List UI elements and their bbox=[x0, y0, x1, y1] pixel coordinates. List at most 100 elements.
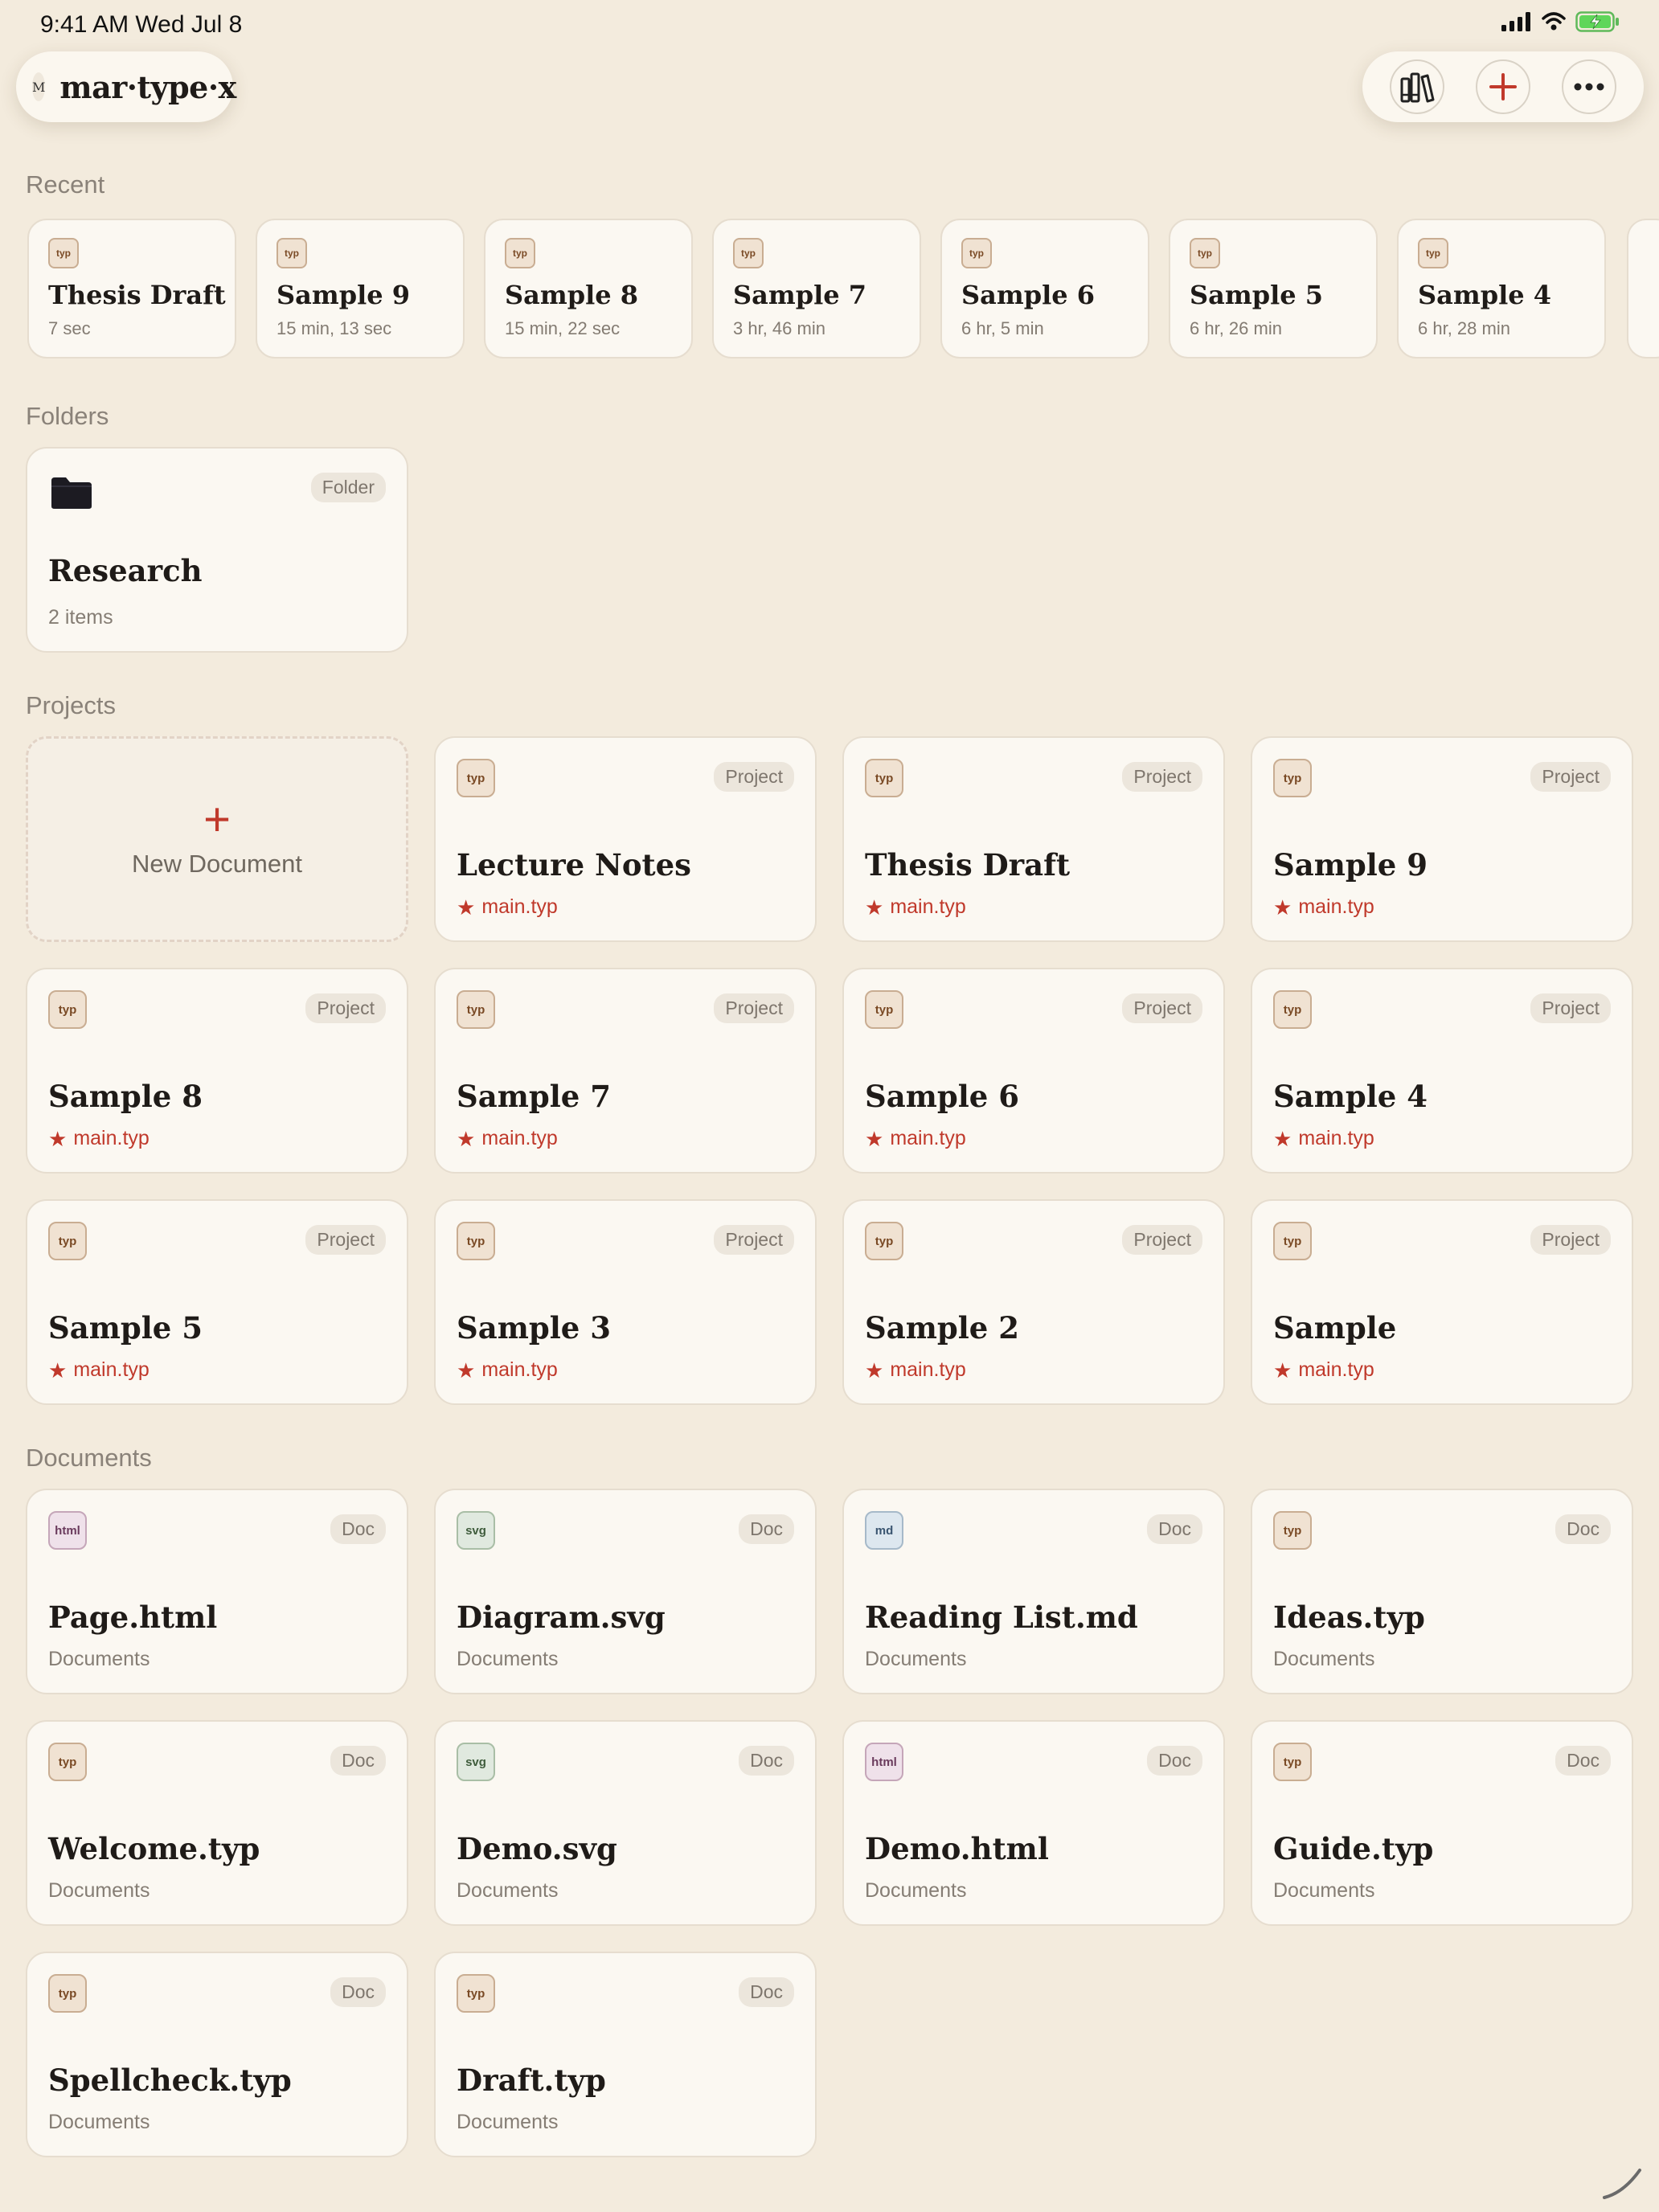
folder-title: Research bbox=[48, 553, 203, 588]
document-location: Documents bbox=[1273, 1879, 1375, 1902]
typ-file-icon: typ bbox=[457, 1222, 495, 1260]
document-card[interactable]: typ Doc Guide.typ Documents bbox=[1251, 1720, 1633, 1926]
main-file-label: main.typ bbox=[1298, 1358, 1374, 1381]
project-card[interactable]: typ Project Sample 2 ★ main.typ bbox=[842, 1199, 1225, 1405]
recent-card-title: Sample 8 bbox=[505, 280, 638, 310]
recent-card-time: 3 hr, 46 min bbox=[733, 318, 825, 338]
app-logo-button[interactable]: M mar·type·x bbox=[16, 51, 236, 122]
project-card[interactable]: typ Project Thesis Draft ★ main.typ bbox=[842, 736, 1225, 942]
project-card[interactable]: typ Project Sample 8 ★ main.typ bbox=[26, 968, 408, 1174]
document-location: Documents bbox=[1273, 1648, 1375, 1670]
typ-file-icon: typ bbox=[48, 1222, 87, 1260]
document-card[interactable]: typ Doc Spellcheck.typ Documents bbox=[26, 1952, 408, 2157]
project-card[interactable]: typ Project Sample ★ main.typ bbox=[1251, 1199, 1633, 1405]
toolbar bbox=[1362, 51, 1644, 122]
project-card[interactable]: typ Project Sample 5 ★ main.typ bbox=[26, 1199, 408, 1405]
typ-file-icon: typ bbox=[505, 238, 535, 268]
project-badge: Project bbox=[1530, 762, 1611, 792]
main-file-label: main.typ bbox=[73, 1127, 150, 1149]
logo-mark: M bbox=[32, 72, 46, 101]
project-card[interactable]: typ Project Sample 7 ★ main.typ bbox=[434, 968, 817, 1174]
star-icon: ★ bbox=[1273, 1126, 1292, 1151]
project-card[interactable]: typ Project Sample 4 ★ main.typ bbox=[1251, 968, 1633, 1174]
doc-badge: Doc bbox=[1555, 1514, 1611, 1544]
recent-card[interactable]: typ Thesis Draft 7 sec bbox=[27, 219, 236, 358]
document-card[interactable]: html Doc Page.html Documents bbox=[26, 1489, 408, 1694]
star-icon: ★ bbox=[457, 895, 476, 920]
document-location: Documents bbox=[865, 1648, 967, 1670]
project-title: Sample bbox=[1273, 1310, 1397, 1346]
folder-icon bbox=[50, 476, 93, 514]
status-time: 9:41 AM Wed Jul 8 bbox=[40, 11, 243, 38]
main-file-label: main.typ bbox=[1298, 1127, 1374, 1149]
doc-badge: Doc bbox=[1555, 1746, 1611, 1776]
document-card[interactable]: html Doc Demo.html Documents bbox=[842, 1720, 1225, 1926]
typ-file-icon: typ bbox=[457, 990, 495, 1029]
html-file-icon: html bbox=[865, 1743, 903, 1781]
recent-card[interactable]: typ Sample 7 3 hr, 46 min bbox=[712, 219, 921, 358]
project-title: Lecture Notes bbox=[457, 847, 691, 883]
project-card[interactable]: typ Project Sample 3 ★ main.typ bbox=[434, 1199, 817, 1405]
folder-item-count: 2 items bbox=[48, 606, 113, 629]
typ-file-icon: typ bbox=[276, 238, 307, 268]
project-card[interactable]: typ Project Sample 6 ★ main.typ bbox=[842, 968, 1225, 1174]
document-title: Reading List.md bbox=[865, 1600, 1138, 1635]
document-card[interactable]: typ Doc Ideas.typ Documents bbox=[1251, 1489, 1633, 1694]
folders-heading: Folders bbox=[26, 402, 109, 430]
recent-card[interactable]: typ Sample 6 6 hr, 5 min bbox=[940, 219, 1149, 358]
project-main-file: ★ main.typ bbox=[865, 1127, 966, 1150]
svg-file-icon: svg bbox=[457, 1743, 495, 1781]
recent-card-title: Sample 6 bbox=[961, 280, 1095, 310]
doc-badge: Doc bbox=[739, 1746, 794, 1776]
project-main-file: ★ main.typ bbox=[865, 1358, 966, 1382]
document-card[interactable]: svg Doc Diagram.svg Documents bbox=[434, 1489, 817, 1694]
folder-card-research[interactable]: Folder Research 2 items bbox=[26, 447, 408, 653]
recent-card-time: 15 min, 22 sec bbox=[505, 318, 621, 338]
projects-heading: Projects bbox=[26, 691, 116, 719]
main-file-label: main.typ bbox=[1298, 895, 1374, 918]
typ-file-icon: typ bbox=[1418, 238, 1448, 268]
project-card[interactable]: typ Project Sample 9 ★ main.typ bbox=[1251, 736, 1633, 942]
doc-badge: Doc bbox=[1147, 1746, 1202, 1776]
recent-card[interactable]: typ Sample 4 6 hr, 28 min bbox=[1397, 219, 1606, 358]
more-button[interactable] bbox=[1562, 59, 1617, 114]
recent-card-time: 6 hr, 28 min bbox=[1418, 318, 1510, 338]
new-document-button[interactable]: + New Document bbox=[26, 736, 408, 942]
recent-card[interactable]: typ Sample 5 6 hr, 26 min bbox=[1169, 219, 1378, 358]
typ-file-icon: typ bbox=[1190, 238, 1220, 268]
document-card[interactable]: typ Doc Draft.typ Documents bbox=[434, 1952, 817, 2157]
typ-file-icon: typ bbox=[1273, 990, 1312, 1029]
typ-file-icon: typ bbox=[48, 990, 87, 1029]
document-location: Documents bbox=[48, 2111, 150, 2133]
project-badge: Project bbox=[1530, 993, 1611, 1023]
doc-badge: Doc bbox=[739, 1514, 794, 1544]
project-badge: Project bbox=[1122, 993, 1202, 1023]
typ-file-icon: typ bbox=[457, 759, 495, 797]
document-title: Demo.svg bbox=[457, 1831, 617, 1866]
project-card[interactable]: typ Project Lecture Notes ★ main.typ bbox=[434, 736, 817, 942]
document-title: Draft.typ bbox=[457, 2062, 606, 2098]
typ-file-icon: typ bbox=[865, 759, 903, 797]
recent-card[interactable]: typ Sample 8 15 min, 22 sec bbox=[484, 219, 693, 358]
typ-file-icon: typ bbox=[1273, 1511, 1312, 1550]
document-card[interactable]: typ Doc Welcome.typ Documents bbox=[26, 1720, 408, 1926]
recent-card-title: Sample 7 bbox=[733, 280, 866, 310]
typ-file-icon: typ bbox=[865, 1222, 903, 1260]
star-icon: ★ bbox=[457, 1126, 476, 1151]
folder-badge: Folder bbox=[310, 473, 386, 502]
project-title: Sample 3 bbox=[457, 1310, 611, 1346]
doc-badge: Doc bbox=[330, 1514, 386, 1544]
project-main-file: ★ main.typ bbox=[457, 895, 558, 919]
recent-card-partial[interactable] bbox=[1627, 219, 1659, 358]
star-icon: ★ bbox=[48, 1358, 68, 1382]
library-button[interactable] bbox=[1389, 59, 1444, 114]
project-badge: Project bbox=[714, 762, 794, 792]
document-card[interactable]: md Doc Reading List.md Documents bbox=[842, 1489, 1225, 1694]
document-title: Guide.typ bbox=[1273, 1831, 1434, 1866]
cellular-signal-icon bbox=[1501, 12, 1530, 31]
recent-card[interactable]: typ Sample 9 15 min, 13 sec bbox=[256, 219, 465, 358]
document-location: Documents bbox=[48, 1648, 150, 1670]
add-button[interactable] bbox=[1475, 59, 1530, 114]
document-card[interactable]: svg Doc Demo.svg Documents bbox=[434, 1720, 817, 1926]
recent-card-title: Sample 5 bbox=[1190, 280, 1323, 310]
